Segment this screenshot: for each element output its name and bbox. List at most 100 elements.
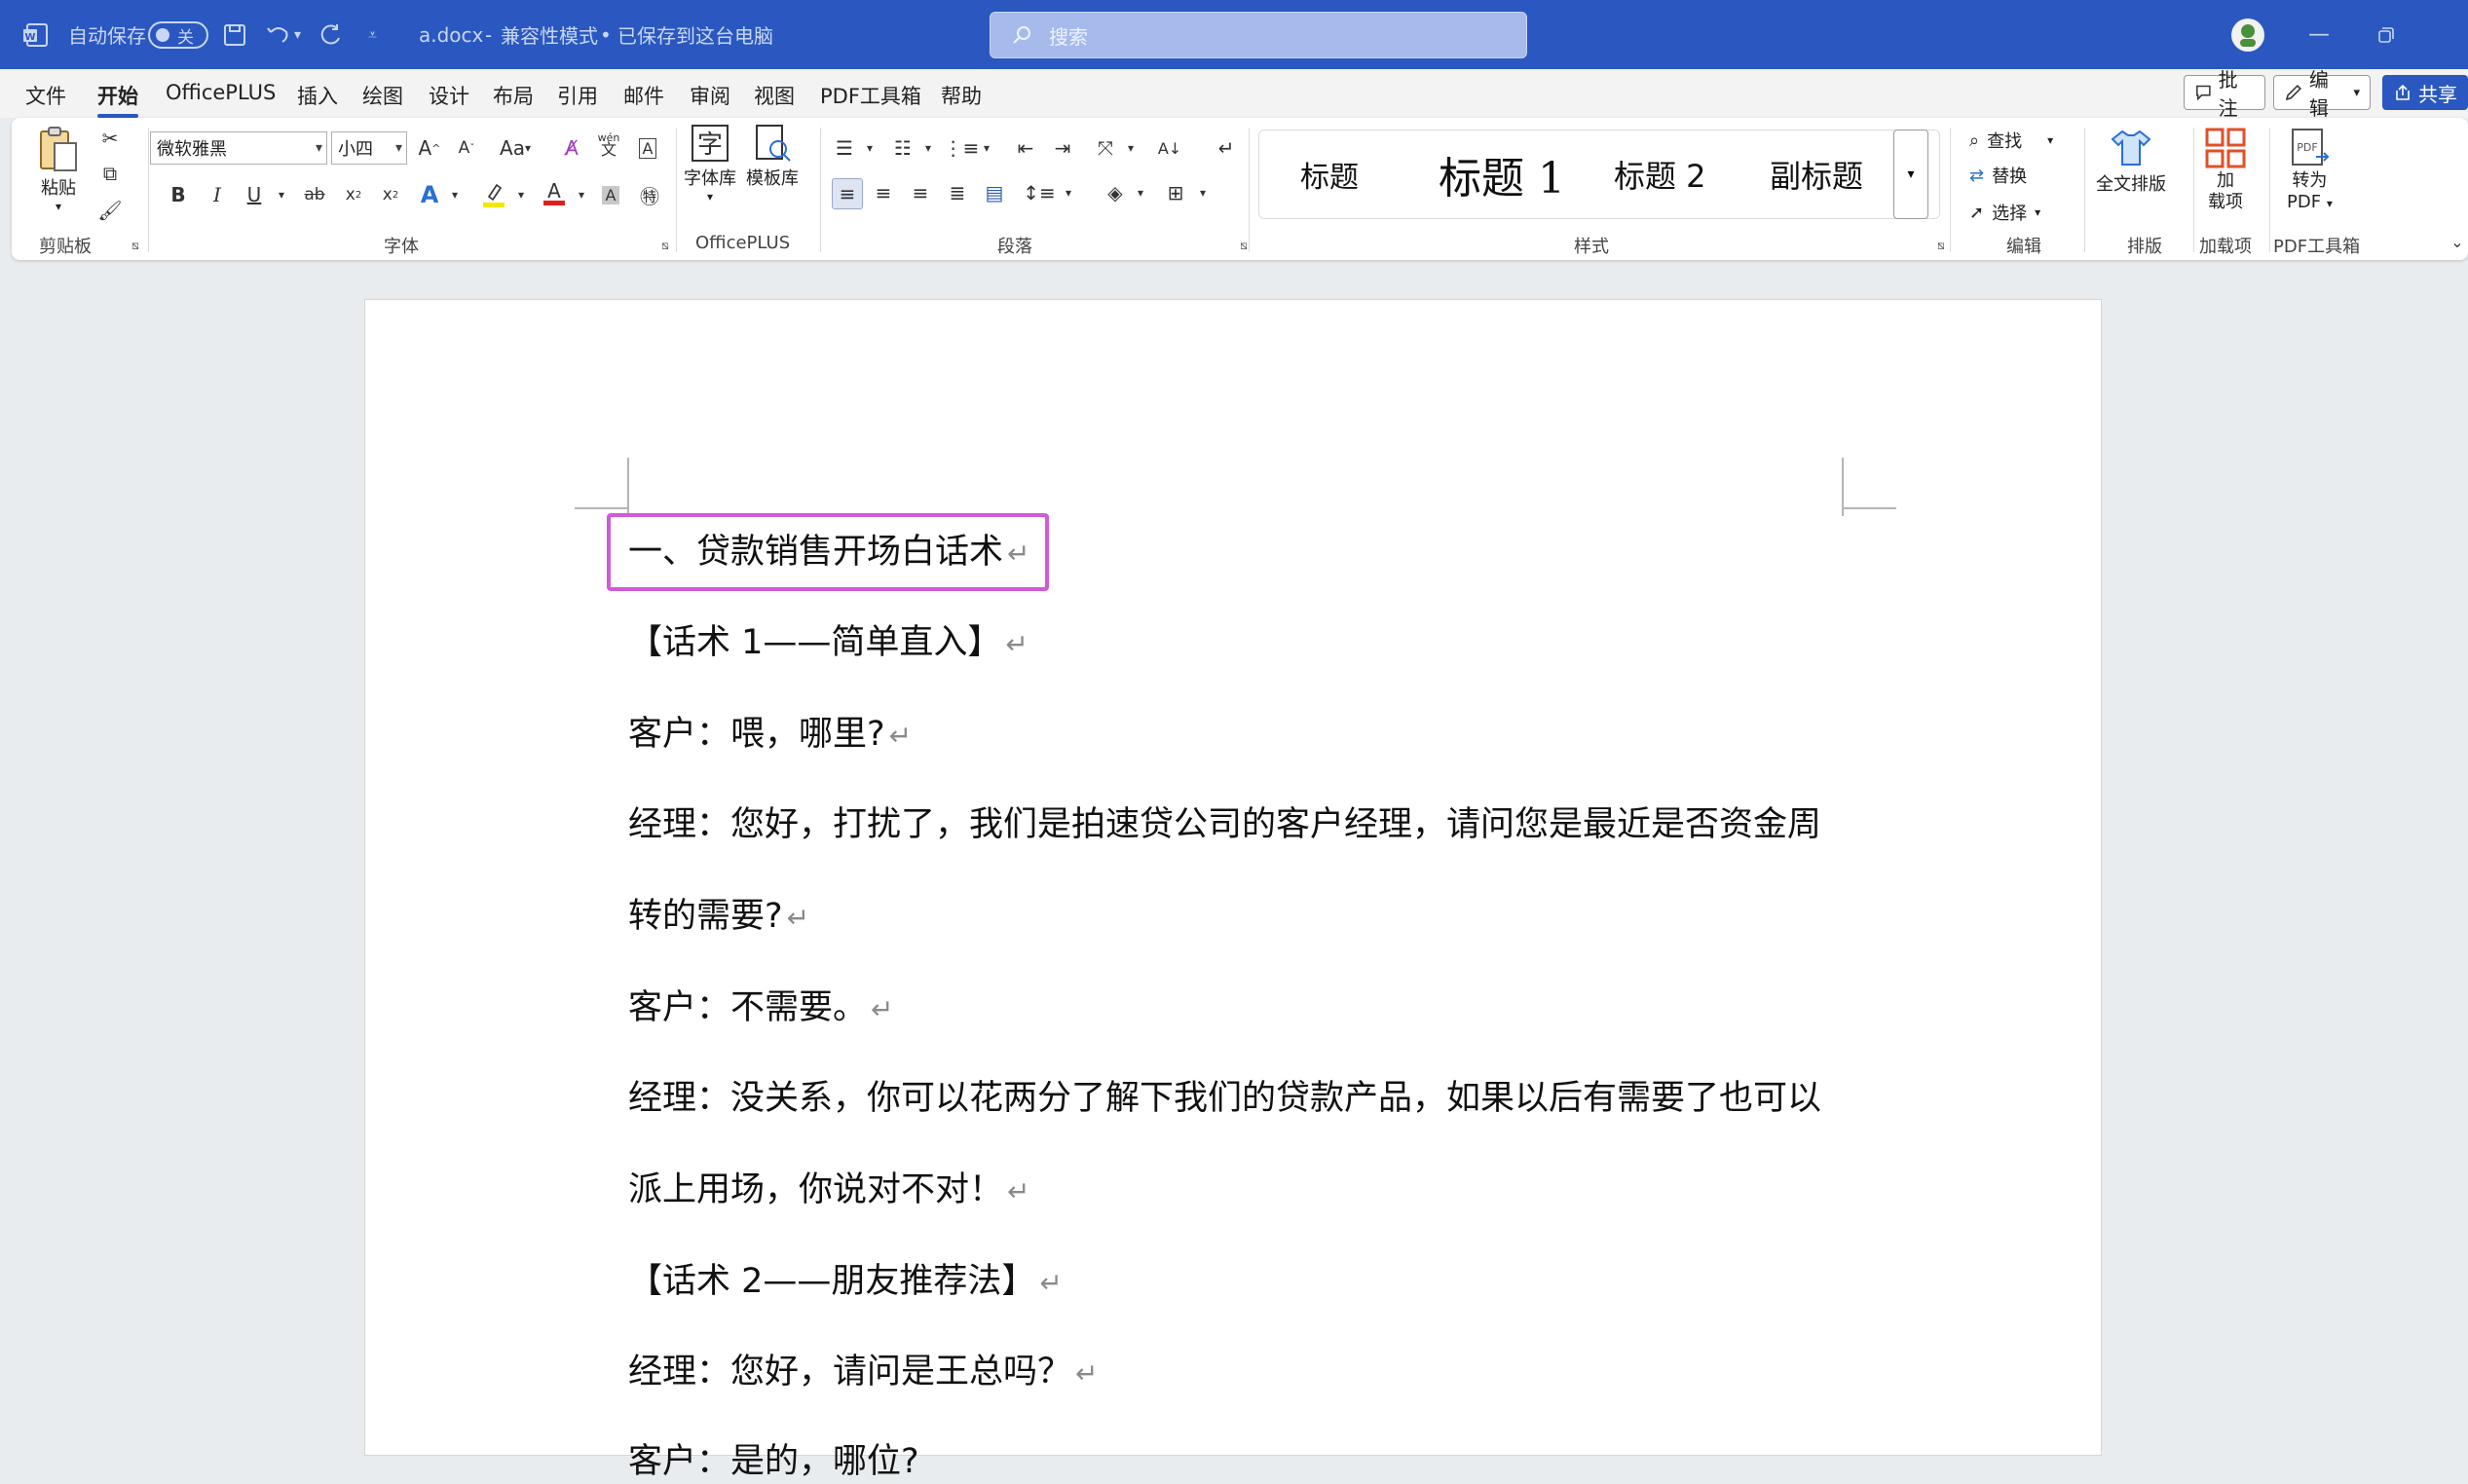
tab-references[interactable]: 引用 <box>557 81 598 110</box>
chevron-down-icon[interactable]: ▾ <box>567 180 596 209</box>
chevron-down-icon[interactable]: ▾ <box>440 180 469 209</box>
find-button[interactable]: ⌕ 查找 ▾ <box>1969 128 2053 153</box>
font-library-button[interactable]: 字 字体库 ▾ <box>684 122 736 204</box>
decrease-indent-icon[interactable]: ⇤ <box>1011 133 1040 163</box>
style-heading-1[interactable]: 标题 1 <box>1439 130 1565 218</box>
doc-paragraph[interactable]: 经理：没关系，你可以花两分了解下我们的贷款产品，如果以后有需要了也可以 <box>628 1076 1821 1121</box>
chevron-down-icon[interactable]: ▾ <box>1054 178 1083 207</box>
style-subtitle[interactable]: 副标题 <box>1770 130 1863 218</box>
doc-paragraph[interactable]: 【话术 1——简单直入】 ↵ <box>628 620 1028 667</box>
paste-dropdown-icon[interactable]: ▾ <box>56 200 61 213</box>
chevron-down-icon[interactable]: ▾ <box>914 133 943 163</box>
tab-review[interactable]: 审阅 <box>690 81 730 110</box>
chevron-down-icon[interactable]: ▾ <box>1116 133 1145 163</box>
redo-icon[interactable] <box>318 0 345 69</box>
tab-draw[interactable]: 绘图 <box>362 81 403 110</box>
replace-button[interactable]: ⇄ 替换 <box>1969 163 2027 188</box>
doc-paragraph[interactable]: 经理：您好，打扰了，我们是拍速贷公司的客户经理，请问您是最近是否资金周 <box>628 802 1821 847</box>
doc-paragraph[interactable]: 转的需要? ↵ <box>628 894 809 941</box>
search-box[interactable]: 搜索 <box>990 12 1527 58</box>
save-status-chevron-icon[interactable]: ⌄ <box>754 0 766 69</box>
copy-icon[interactable]: ⧉ <box>95 159 125 188</box>
subscript-icon[interactable]: x2 <box>339 180 368 209</box>
character-shading-icon[interactable]: A <box>596 180 625 209</box>
underline-icon[interactable]: U <box>240 180 269 209</box>
tab-layout[interactable]: 布局 <box>493 81 534 110</box>
comment-button[interactable]: 批注 <box>2184 68 2265 120</box>
clear-formatting-icon[interactable]: A̸ <box>557 133 586 163</box>
chevron-down-icon[interactable]: ▾ <box>1126 178 1155 207</box>
tab-design[interactable]: 设计 <box>429 81 469 110</box>
format-painter-icon[interactable]: 🖌 <box>95 196 125 225</box>
tab-help[interactable]: 帮助 <box>941 81 982 110</box>
tab-officeplus[interactable]: OfficePLUS <box>166 81 276 104</box>
chevron-down-icon[interactable]: ▾ <box>972 133 1001 163</box>
template-library-button[interactable]: 模板库 <box>746 122 799 190</box>
line-spacing-icon[interactable]: ↕≡ <box>1023 178 1056 207</box>
show-formatting-marks-icon[interactable]: ↵ <box>1212 133 1241 163</box>
paste-button[interactable]: 粘贴 ▾ <box>35 124 82 213</box>
save-icon[interactable] <box>222 0 247 69</box>
phonetic-guide-icon[interactable]: wén 文 <box>594 130 623 159</box>
restore-icon[interactable] <box>2376 0 2396 69</box>
document-page[interactable]: 一、贷款销售开场白话术 ↵ 【话术 1——简单直入】 ↵ 客户：喂，哪里? ↵ 经理：… <box>364 299 2102 1481</box>
tab-insert[interactable]: 插入 <box>297 81 338 110</box>
borders-icon[interactable]: ⊞ <box>1161 178 1190 207</box>
minimize-icon[interactable]: — <box>2308 0 2330 69</box>
autosave-toggle[interactable]: 关 <box>148 21 208 49</box>
change-case-icon[interactable]: Aa ▾ <box>493 133 538 163</box>
style-title[interactable]: 标题 <box>1300 130 1359 218</box>
justify-icon[interactable]: ≣ <box>943 178 972 207</box>
collapse-ribbon-icon[interactable]: ⌄ <box>2443 227 2468 256</box>
chevron-down-icon[interactable]: ▾ <box>506 180 536 209</box>
convert-to-pdf-button[interactable]: PDF 转为 PDF ▾ <box>2287 126 2333 214</box>
highlight-icon[interactable] <box>479 180 508 209</box>
font-name-select[interactable]: 微软雅黑 ▾ <box>150 131 327 165</box>
distributed-icon[interactable]: ▤ <box>980 178 1009 207</box>
styles-expand-button[interactable]: ▾ <box>1893 130 1928 219</box>
align-right-icon[interactable]: ≡ <box>906 178 935 207</box>
doc-paragraph[interactable]: 客户：喂，哪里? ↵ <box>628 712 912 759</box>
save-status[interactable]: 已保存到这台电脑 <box>617 0 773 69</box>
avatar[interactable] <box>2230 0 2265 69</box>
font-color-icon[interactable]: A <box>540 178 569 207</box>
addins-button[interactable]: 加 载项 <box>2203 126 2248 213</box>
tab-view[interactable]: 视图 <box>754 81 795 110</box>
chevron-down-icon[interactable]: ▾ <box>855 133 884 163</box>
style-heading-2[interactable]: 标题 2 <box>1614 130 1706 218</box>
full-layout-button[interactable]: 全文排版 <box>2096 126 2166 196</box>
tab-mailings[interactable]: 邮件 <box>623 81 664 110</box>
italic-icon[interactable]: I <box>203 180 232 209</box>
undo-icon[interactable] <box>265 0 292 69</box>
chevron-down-icon[interactable]: ▾ <box>1188 178 1217 207</box>
doc-paragraph[interactable]: 派上用场，你说对不对！ ↵ <box>628 1168 1029 1214</box>
align-center-icon[interactable]: ≡ <box>869 178 898 207</box>
doc-paragraph[interactable]: 经理：您好，请问是王总吗？ ↵ <box>628 1350 1098 1396</box>
tab-pdf-toolbox[interactable]: PDF工具箱 <box>820 81 921 110</box>
clipboard-launcher-icon[interactable]: ⧅ <box>121 231 150 260</box>
chevron-down-icon[interactable]: ▾ <box>267 180 296 209</box>
customize-qat-icon[interactable]: ⩡ <box>368 0 377 69</box>
shrink-font-icon[interactable]: Aˇ <box>452 133 481 163</box>
superscript-icon[interactable]: x2 <box>376 180 405 209</box>
enclose-characters-icon[interactable]: ㊕ <box>635 180 664 209</box>
paragraph-launcher-icon[interactable]: ⧅ <box>1229 231 1258 260</box>
tab-file[interactable]: 文件 <box>25 81 66 110</box>
doc-paragraph[interactable]: 【话术 2——朋友推荐法】 ↵ <box>628 1259 1063 1306</box>
select-button[interactable]: ➚ 选择 ▾ <box>1969 200 2040 225</box>
character-border-icon[interactable]: A <box>633 133 662 163</box>
grow-font-icon[interactable]: A ^ <box>415 133 444 163</box>
undo-dropdown-icon[interactable]: ▾ <box>294 0 301 69</box>
bold-icon[interactable]: B <box>164 180 193 209</box>
strikethrough-icon[interactable]: ab <box>300 180 329 209</box>
styles-launcher-icon[interactable]: ⧅ <box>1926 231 1956 260</box>
cut-icon[interactable]: ✂ <box>95 124 125 153</box>
tab-home[interactable]: 开始 <box>97 81 138 118</box>
doc-paragraph[interactable]: 客户：是的，哪位? <box>628 1439 919 1484</box>
doc-paragraph[interactable]: 客户：不需要。 ↵ <box>628 985 893 1032</box>
edit-mode-button[interactable]: 编辑 ▾ <box>2273 68 2371 120</box>
font-size-select[interactable]: 小四 ▾ <box>331 131 407 165</box>
increase-indent-icon[interactable]: ⇥ <box>1048 133 1077 163</box>
sort-icon[interactable]: A↓ <box>1155 133 1184 163</box>
share-button[interactable]: 共享 <box>2382 75 2468 110</box>
